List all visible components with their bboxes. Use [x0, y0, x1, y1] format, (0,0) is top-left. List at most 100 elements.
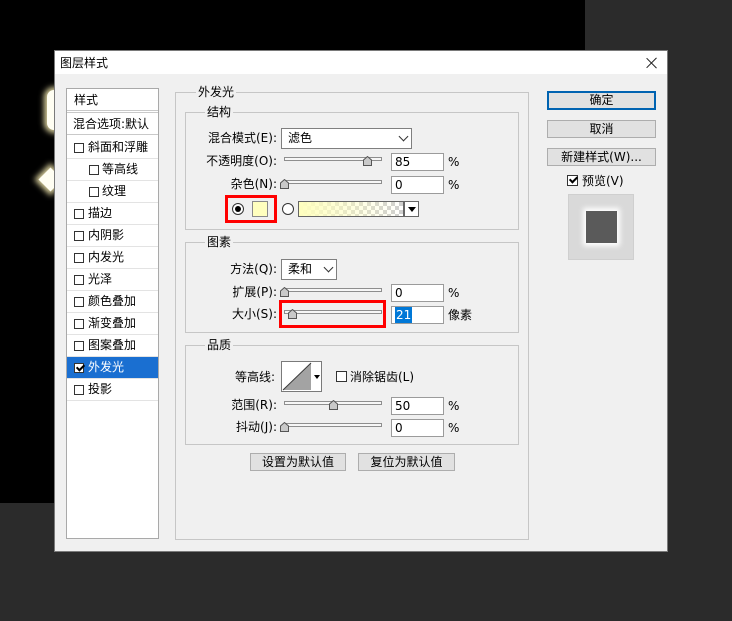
opacity-slider-thumb[interactable]	[362, 156, 372, 166]
inner-shadow-checkbox[interactable]	[74, 231, 84, 241]
close-icon[interactable]	[646, 57, 658, 69]
style-item-inner-shadow[interactable]: 内阴影	[67, 225, 158, 247]
style-item-satin[interactable]: 光泽	[67, 269, 158, 291]
jitter-label: 抖动(J):	[236, 420, 277, 434]
new-style-button[interactable]: 新建样式(W)...	[547, 148, 656, 166]
size-label: 大小(S):	[231, 307, 277, 321]
jitter-input[interactable]: 0	[391, 419, 444, 437]
slider-track	[284, 180, 382, 184]
texture-checkbox[interactable]	[89, 187, 99, 197]
satin-checkbox[interactable]	[74, 275, 84, 285]
noise-input[interactable]: 0	[391, 176, 444, 194]
blend-mode-dropdown[interactable]: 滤色	[281, 128, 412, 149]
noise-value: 0	[395, 178, 403, 192]
style-item-label: 等高线	[102, 162, 139, 176]
cancel-button[interactable]: 取消	[547, 120, 656, 138]
contour-picker[interactable]	[281, 361, 322, 392]
noise-slider-thumb[interactable]	[279, 179, 289, 189]
style-item-color-overlay[interactable]: 颜色叠加	[67, 291, 158, 313]
style-item-label: 描边	[88, 206, 113, 220]
noise-label: 杂色(N):	[230, 177, 277, 191]
range-input[interactable]: 50	[391, 397, 444, 415]
range-label: 范围(R):	[231, 398, 277, 412]
pattern-overlay-checkbox[interactable]	[74, 341, 84, 351]
opacity-slider[interactable]	[281, 153, 385, 167]
contour-checkbox[interactable]	[89, 165, 99, 175]
gradient-overlay-checkbox[interactable]	[74, 319, 84, 329]
opacity-input[interactable]: 85	[391, 153, 444, 171]
spread-label: 扩展(P):	[232, 285, 277, 299]
technique-dropdown[interactable]: 柔和	[281, 259, 337, 280]
style-item-label: 投影	[88, 382, 113, 396]
style-item-bevel-emboss[interactable]: 斜面和浮雕	[67, 137, 158, 159]
screen: 图层样式 样式 混合选项:默认 斜面和浮雕 等高线 纹理 描边 内阴影 内发光 …	[0, 0, 732, 621]
style-item-inner-glow[interactable]: 内发光	[67, 247, 158, 269]
style-item-label: 渐变叠加	[88, 316, 137, 330]
layer-style-dialog: 图层样式 样式 混合选项:默认 斜面和浮雕 等高线 纹理 描边 内阴影 内发光 …	[55, 51, 667, 551]
quality-title: 品质	[205, 337, 234, 353]
jitter-slider[interactable]	[279, 419, 385, 433]
blend-mode-label: 混合模式(E):	[208, 131, 277, 145]
style-item-drop-shadow[interactable]: 投影	[67, 379, 158, 401]
styles-list: 样式 混合选项:默认 斜面和浮雕 等高线 纹理 描边 内阴影 内发光 光泽 颜色…	[67, 89, 158, 538]
preview-label[interactable]: 预览(V)	[582, 173, 624, 189]
glow-gradient-swatch[interactable]	[298, 201, 404, 217]
jitter-unit: %	[448, 421, 460, 435]
style-item-gradient-overlay[interactable]: 渐变叠加	[67, 313, 158, 335]
glow-color-swatch[interactable]	[252, 201, 268, 217]
spread-slider[interactable]	[279, 284, 385, 298]
make-default-button[interactable]: 设置为默认值	[250, 453, 346, 471]
spread-slider-thumb[interactable]	[279, 287, 289, 297]
contour-label: 等高线:	[234, 370, 275, 384]
spread-unit: %	[448, 286, 460, 300]
style-item-label: 内阴影	[88, 228, 125, 242]
style-item-label: 纹理	[102, 184, 127, 198]
outer-glow-title: 外发光	[196, 84, 237, 100]
gradient-radio[interactable]	[282, 203, 294, 215]
style-item-contour[interactable]: 等高线	[67, 159, 158, 181]
chevron-down-icon	[323, 262, 334, 273]
drop-shadow-checkbox[interactable]	[74, 385, 84, 395]
style-item-label: 内发光	[88, 250, 125, 264]
style-item-stroke[interactable]: 描边	[67, 203, 158, 225]
range-unit: %	[448, 399, 460, 413]
ok-button[interactable]: 确定	[547, 91, 656, 110]
range-slider[interactable]	[281, 397, 385, 411]
style-item-texture[interactable]: 纹理	[67, 181, 158, 203]
range-slider-thumb[interactable]	[328, 400, 338, 410]
style-item-pattern-overlay[interactable]: 图案叠加	[67, 335, 158, 357]
noise-slider[interactable]	[279, 176, 385, 190]
style-item-label: 颜色叠加	[88, 294, 137, 308]
preview-checkbox[interactable]	[567, 175, 578, 186]
style-preview-thumbnail	[568, 194, 634, 260]
technique-value: 柔和	[288, 262, 313, 276]
noise-unit: %	[448, 178, 460, 192]
size-input[interactable]: 21	[391, 306, 444, 324]
gradient-picker-button[interactable]	[404, 201, 419, 217]
contour-curve-icon	[282, 362, 320, 391]
title-bar: 图层样式	[55, 51, 667, 74]
blending-options-item[interactable]: 混合选项:默认	[67, 112, 158, 135]
stroke-checkbox[interactable]	[74, 209, 84, 219]
anti-alias-label[interactable]: 消除锯齿(L)	[350, 369, 414, 385]
technique-label: 方法(Q):	[230, 262, 277, 276]
color-overlay-checkbox[interactable]	[74, 297, 84, 307]
anti-alias-checkbox[interactable]	[336, 371, 347, 382]
reset-default-button[interactable]: 复位为默认值	[358, 453, 455, 471]
style-item-outer-glow[interactable]: 外发光	[67, 357, 158, 379]
jitter-slider-thumb[interactable]	[279, 422, 289, 432]
elements-title: 图素	[205, 234, 234, 250]
range-value: 50	[395, 399, 411, 413]
bevel-emboss-checkbox[interactable]	[74, 143, 84, 153]
size-slider[interactable]	[281, 306, 385, 320]
color-radio[interactable]	[232, 203, 244, 215]
jitter-value: 0	[395, 421, 403, 435]
styles-header[interactable]: 样式	[67, 89, 158, 111]
outer-glow-checkbox[interactable]	[74, 363, 84, 373]
inner-glow-checkbox[interactable]	[74, 253, 84, 263]
size-slider-thumb[interactable]	[287, 309, 297, 319]
spread-input[interactable]: 0	[391, 284, 444, 302]
style-item-label: 外发光	[88, 360, 125, 374]
style-item-label: 斜面和浮雕	[88, 140, 149, 154]
blend-mode-value: 滤色	[288, 131, 313, 145]
